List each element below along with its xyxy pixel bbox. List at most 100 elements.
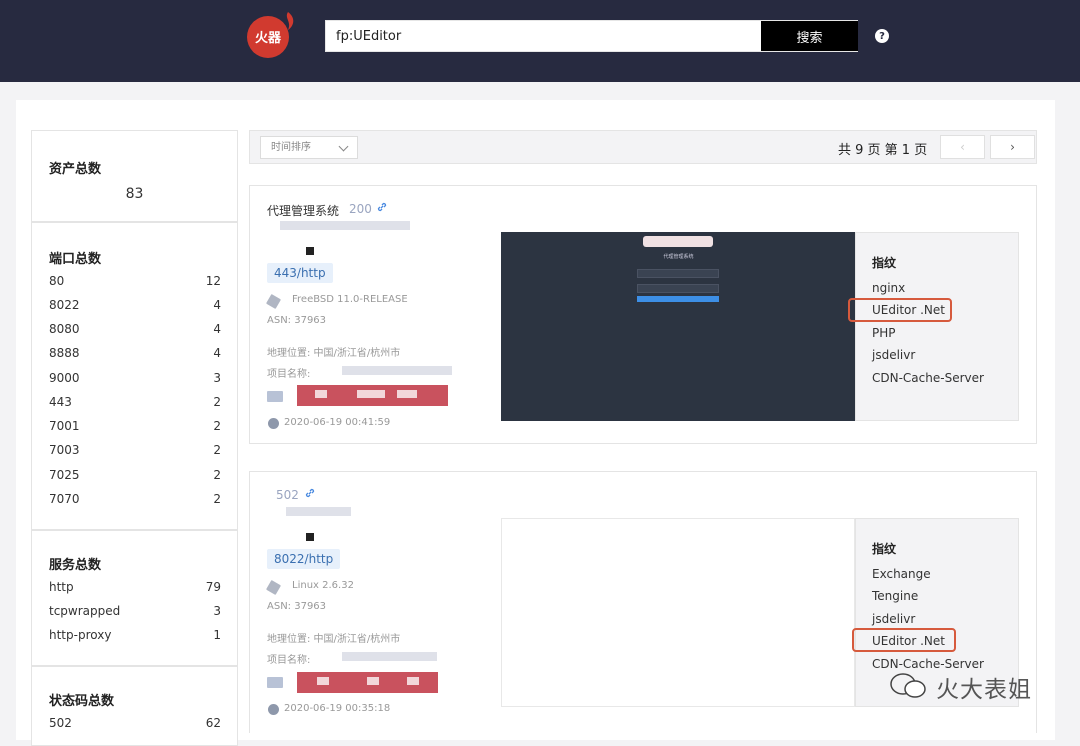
clock-icon [268, 418, 279, 429]
port-row[interactable]: 7001 2 [49, 419, 221, 435]
next-page-button[interactable]: › [990, 135, 1035, 159]
status-codes-card: 状态码总数 502 62 [31, 666, 238, 746]
port-label: 8022 [49, 298, 80, 312]
services-title: 服务总数 [49, 558, 102, 573]
logo-icon[interactable]: 火器 [244, 10, 298, 58]
fingerprint-item[interactable]: Exchange [872, 567, 931, 581]
clock-icon [268, 704, 279, 715]
status-codes-title: 状态码总数 [49, 694, 115, 709]
port-label: 9000 [49, 371, 80, 385]
fingerprint-item[interactable]: jsdelivr [872, 612, 915, 626]
port-count: 4 [213, 346, 221, 360]
redacted-host [286, 507, 351, 516]
results-toolbar: 时间排序 共 9 页 第 1 页 ‹ › [249, 130, 1037, 164]
redacted-marker [306, 247, 314, 255]
redacted-project [342, 652, 437, 661]
port-row[interactable]: 8022 4 [49, 298, 221, 314]
port-row[interactable]: 8888 4 [49, 346, 221, 362]
assets-count: 83 [125, 186, 144, 202]
screenshot-preview[interactable] [501, 518, 855, 707]
port-row[interactable]: 9000 3 [49, 371, 221, 387]
link-icon[interactable] [304, 487, 316, 499]
folder-icon [267, 677, 283, 688]
fingerprint-title: 指纹 [872, 542, 897, 556]
search-box: 搜索 [325, 20, 858, 52]
top-bar: 火器 搜索 ? [0, 0, 1080, 82]
port-row[interactable]: 80 12 [49, 274, 221, 290]
help-icon[interactable]: ? [875, 29, 889, 43]
chevron-down-icon [338, 141, 349, 152]
redacted-banner [297, 385, 448, 406]
fingerprint-title: 指纹 [872, 256, 897, 270]
asn-label: ASN: 37963 [267, 315, 327, 326]
link-icon[interactable] [376, 201, 388, 213]
status-code-label: 502 [49, 716, 72, 730]
result-card: 代理管理系统 200 443/http FreeBSD 11.0-RELEASE… [249, 185, 1037, 444]
port-row[interactable]: 7070 2 [49, 492, 221, 508]
service-count: 79 [205, 580, 221, 594]
logo-text: 火器 [255, 31, 282, 46]
status-code-row[interactable]: 502 62 [49, 716, 221, 732]
ports-title: 端口总数 [49, 252, 102, 267]
port-row[interactable]: 443 2 [49, 395, 221, 411]
asn-label: ASN: 37963 [267, 601, 327, 612]
port-label: 7025 [49, 468, 80, 482]
search-input[interactable] [326, 21, 761, 51]
port-tag[interactable]: 8022/http [267, 549, 341, 569]
project-label: 项目名称: [267, 369, 311, 380]
screenshot-preview[interactable]: 代理管理系统 [501, 232, 855, 421]
service-row[interactable]: tcpwrapped 3 [49, 604, 221, 620]
port-label: 80 [49, 274, 65, 288]
fingerprint-item[interactable]: Tengine [872, 589, 918, 603]
location-label: 地理位置: 中国/浙江省/杭州市 [267, 348, 401, 359]
ports-card: 端口总数 80 12 8022 4 8080 4 8888 4 9000 3 443 2 7… [31, 222, 238, 530]
port-count: 12 [205, 274, 221, 288]
preview-username-field [637, 269, 719, 278]
preview-title: 代理管理系统 [663, 254, 694, 260]
fingerprint-item[interactable]: CDN-Cache-Server [872, 371, 984, 385]
port-row[interactable]: 8080 4 [49, 322, 221, 338]
service-label: tcpwrapped [49, 604, 121, 618]
os-label: Linux 2.6.32 [292, 580, 354, 591]
port-count: 2 [213, 443, 221, 457]
sort-select[interactable]: 时间排序 [260, 136, 358, 159]
status-code-count: 62 [205, 716, 221, 730]
port-row[interactable]: 7003 2 [49, 443, 221, 459]
service-label: http-proxy [49, 628, 112, 642]
port-label: 7003 [49, 443, 80, 457]
page-info: 共 9 页 第 1 页 [838, 143, 928, 158]
port-tag[interactable]: 443/http [267, 263, 333, 283]
wechat-icon [890, 673, 926, 698]
assets-card: 资产总数 83 [31, 130, 238, 222]
os-icon [265, 579, 282, 596]
fingerprint-highlight [848, 298, 952, 322]
folder-icon [267, 391, 283, 402]
service-row[interactable]: http-proxy 1 [49, 628, 221, 644]
redacted-marker [306, 533, 314, 541]
sort-label: 时间排序 [271, 142, 311, 153]
port-count: 2 [213, 395, 221, 409]
port-label: 443 [49, 395, 72, 409]
location-label: 地理位置: 中国/浙江省/杭州市 [267, 634, 401, 645]
fingerprint-item[interactable]: PHP [872, 326, 896, 340]
redacted-host [280, 221, 410, 230]
search-button[interactable]: 搜索 [761, 21, 858, 51]
fingerprint-item[interactable]: nginx [872, 281, 905, 295]
fingerprint-item[interactable]: jsdelivr [872, 348, 915, 362]
project-label: 项目名称: [267, 655, 311, 666]
fingerprint-panel: 指纹 nginx UEditor .Net PHP jsdelivr CDN-C… [848, 232, 1019, 421]
service-count: 3 [213, 604, 221, 618]
redacted-preview-header [643, 236, 713, 247]
prev-page-button[interactable]: ‹ [940, 135, 985, 159]
os-icon [265, 293, 282, 310]
fingerprint-highlight [852, 628, 956, 652]
service-row[interactable]: http 79 [49, 580, 221, 596]
timestamp: 2020-06-19 00:41:59 [284, 417, 391, 428]
services-card: 服务总数 http 79 tcpwrapped 3 http-proxy 1 [31, 530, 238, 666]
port-label: 7001 [49, 419, 80, 433]
result-title[interactable]: 代理管理系统 [267, 202, 339, 219]
fingerprint-item[interactable]: CDN-Cache-Server [872, 657, 984, 671]
status-code: 502 [276, 488, 299, 502]
port-count: 2 [213, 419, 221, 433]
port-row[interactable]: 7025 2 [49, 468, 221, 484]
